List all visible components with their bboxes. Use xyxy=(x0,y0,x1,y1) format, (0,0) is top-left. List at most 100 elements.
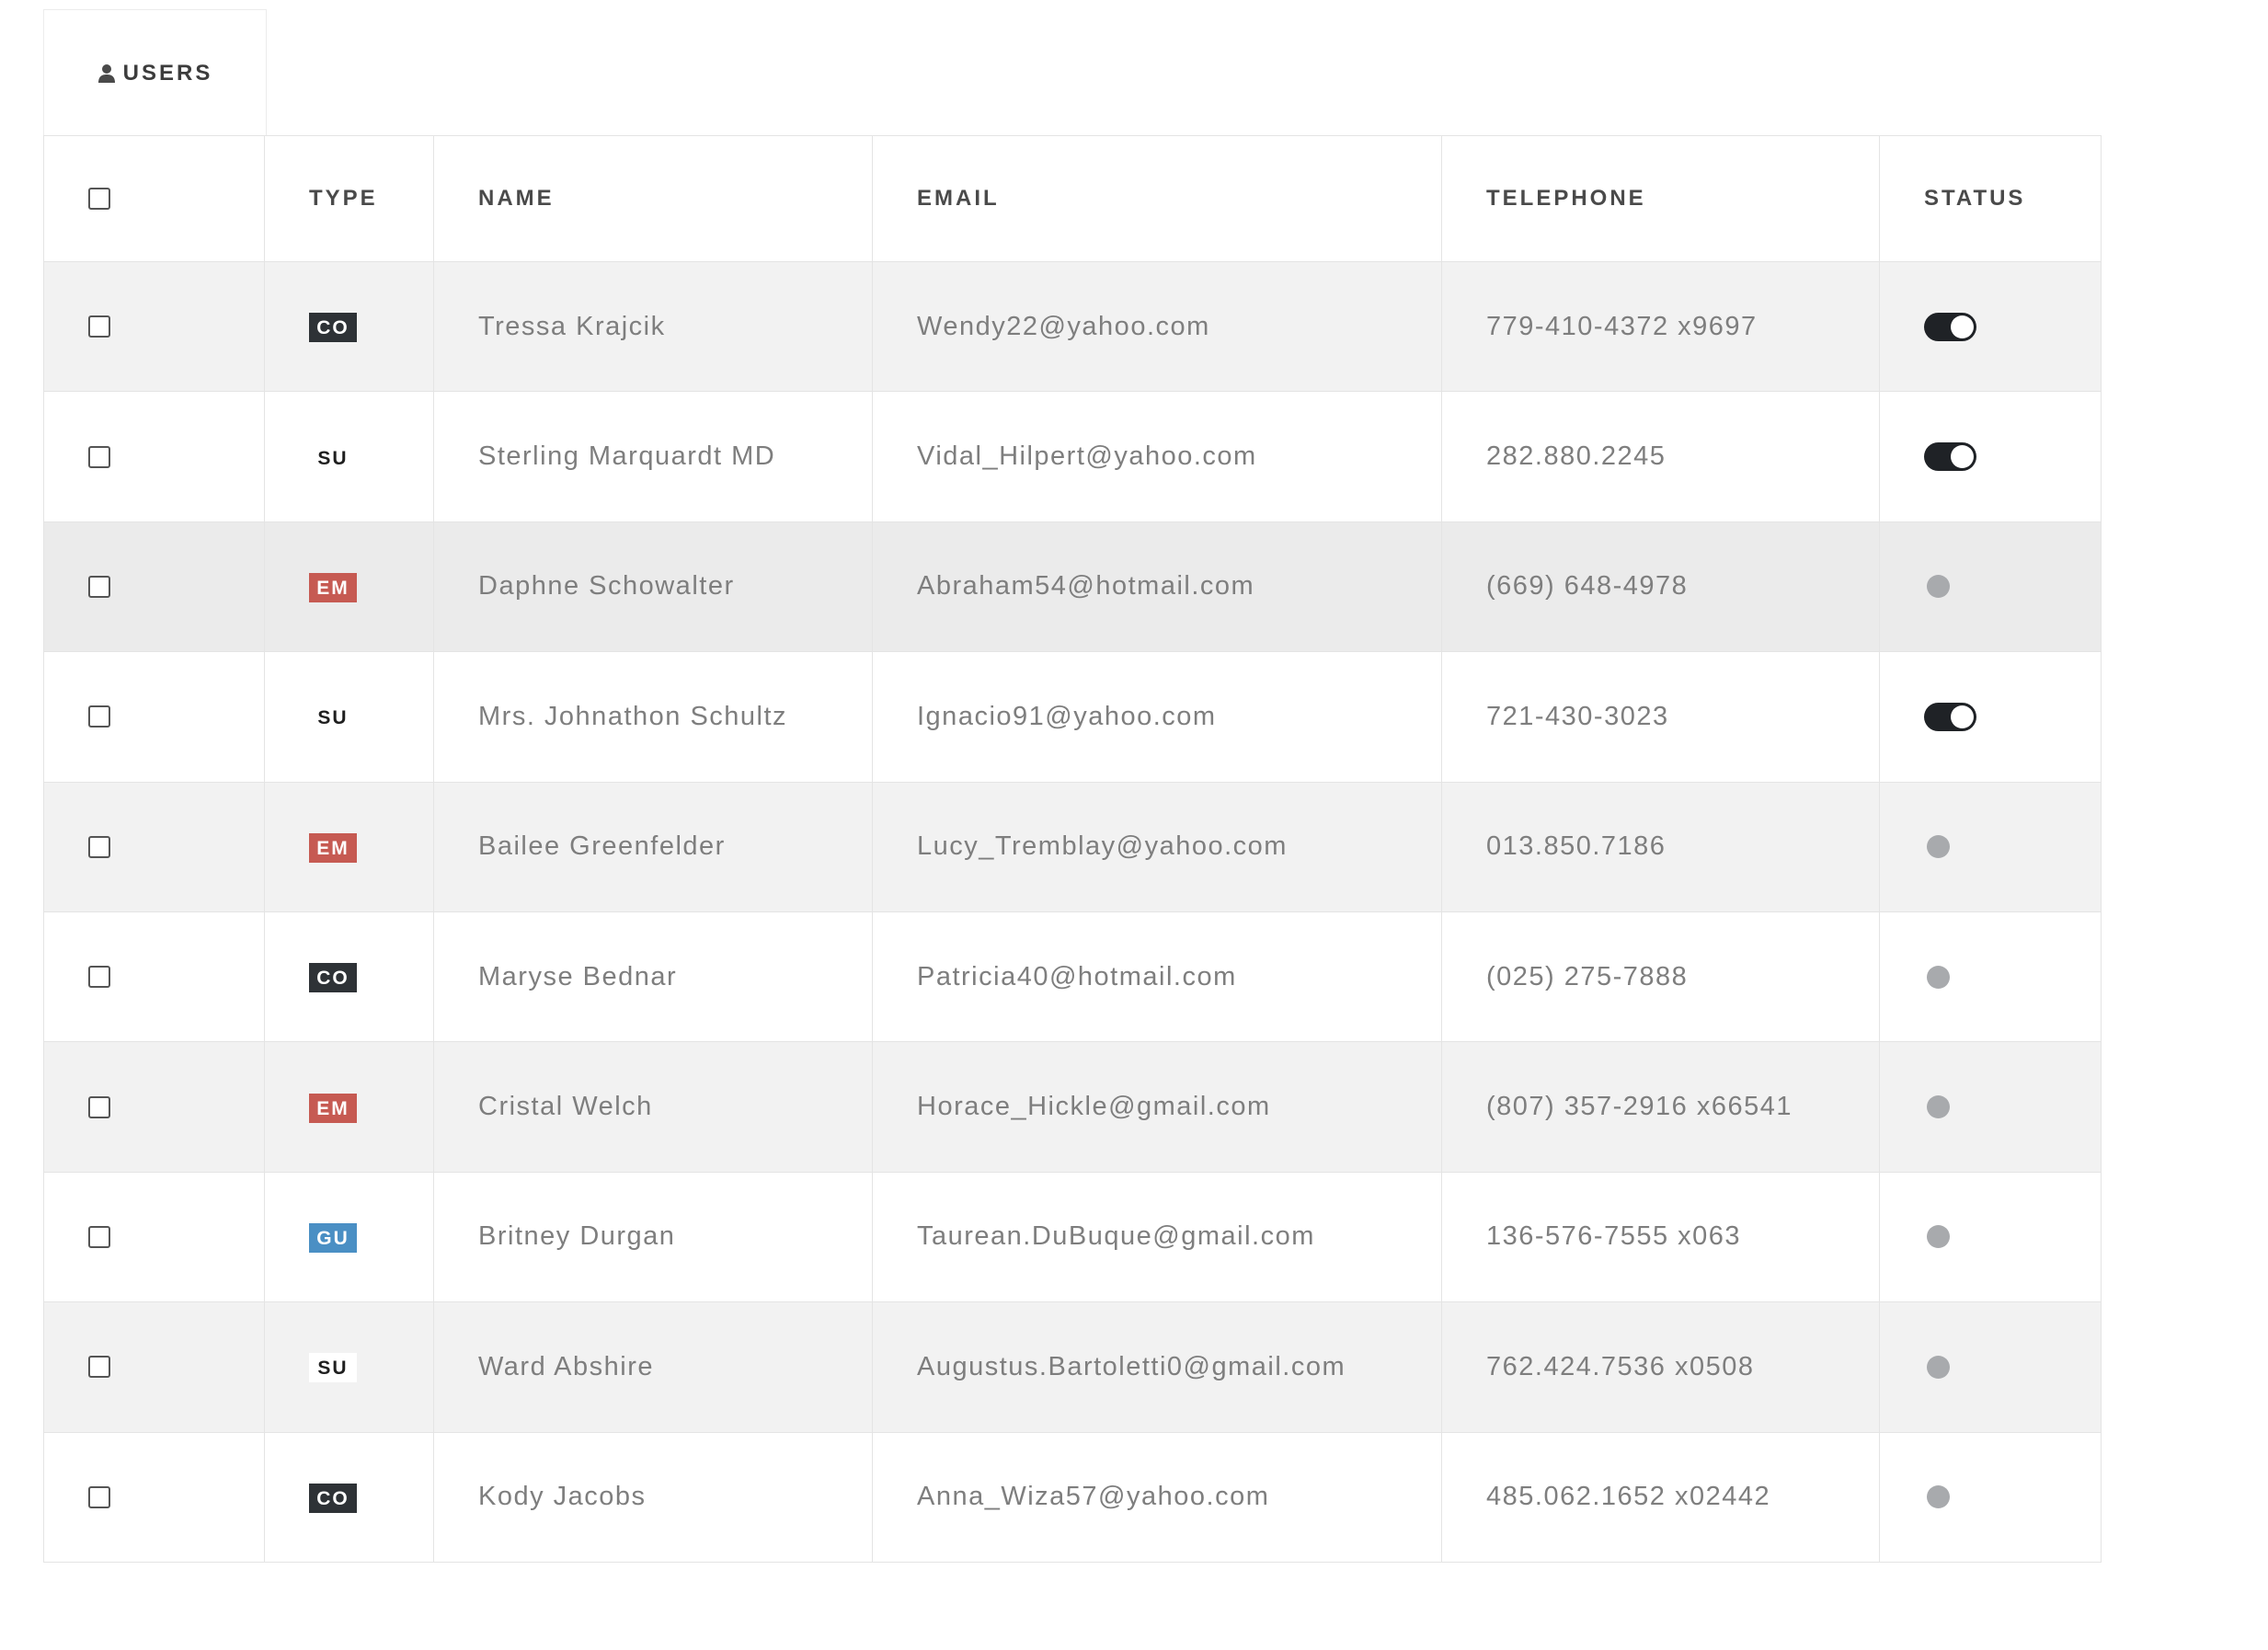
telephone-cell: (025) 275-7888 xyxy=(1441,911,1880,1043)
telephone-cell: (669) 648-4978 xyxy=(1441,521,1880,653)
status-toggle[interactable] xyxy=(1924,1222,1976,1252)
table-row[interactable]: SU Mrs. Johnathon Schultz Ignacio91@yahoo.… xyxy=(43,651,2102,783)
row-checkbox[interactable] xyxy=(88,1095,110,1118)
row-select-cell xyxy=(43,521,265,653)
row-checkbox[interactable] xyxy=(88,705,110,728)
column-header-telephone[interactable]: TELEPHONE xyxy=(1441,135,1880,262)
row-checkbox[interactable] xyxy=(88,445,110,468)
column-header-status[interactable]: STATUS xyxy=(1879,135,2102,262)
email-cell: Vidal_Hilpert@yahoo.com xyxy=(872,391,1442,522)
email-cell: Anna_Wiza57@yahoo.com xyxy=(872,1431,1442,1563)
type-badge: EM xyxy=(309,1093,357,1123)
status-toggle[interactable] xyxy=(1924,832,1976,862)
telephone-cell: (807) 357-2916 x66541 xyxy=(1441,1041,1880,1173)
type-badge: GU xyxy=(309,1222,357,1253)
status-toggle[interactable] xyxy=(1924,702,1976,731)
toggle-knob xyxy=(1927,1485,1950,1509)
row-select-cell xyxy=(43,651,265,783)
type-badge: SU xyxy=(309,1353,357,1383)
name-cell: Maryse Bednar xyxy=(433,911,873,1043)
email-cell: Horace_Hickle@gmail.com xyxy=(872,1041,1442,1173)
row-checkbox[interactable] xyxy=(88,1485,110,1508)
row-select-cell xyxy=(43,1431,265,1563)
column-header-email[interactable]: EMAIL xyxy=(872,135,1442,262)
status-toggle[interactable] xyxy=(1924,1352,1976,1381)
status-cell xyxy=(1879,911,2102,1043)
email-cell: Augustus.Bartoletti0@gmail.com xyxy=(872,1301,1442,1433)
toggle-knob xyxy=(1927,1355,1950,1379)
toggle-knob xyxy=(1927,575,1950,599)
table-row[interactable]: SU Ward Abshire Augustus.Bartoletti0@gmail… xyxy=(43,1301,2102,1433)
type-cell: CO xyxy=(264,911,434,1043)
name-cell: Mrs. Johnathon Schultz xyxy=(433,651,873,783)
type-cell: GU xyxy=(264,1171,434,1303)
table-row[interactable]: EM Bailee Greenfelder Lucy_Tremblay@yahoo.… xyxy=(43,781,2102,912)
type-badge: SU xyxy=(317,447,349,469)
table-row[interactable]: EM Daphne Schowalter Abraham54@hotmail.com… xyxy=(43,521,2102,653)
status-toggle[interactable] xyxy=(1924,442,1976,472)
row-select-cell xyxy=(43,1171,265,1303)
status-cell xyxy=(1879,781,2102,912)
status-toggle[interactable] xyxy=(1924,962,1976,991)
type-cell: EM xyxy=(264,521,434,653)
status-toggle[interactable] xyxy=(1924,572,1976,602)
status-cell xyxy=(1879,1301,2102,1433)
row-checkbox[interactable] xyxy=(88,1356,110,1379)
type-cell: CO xyxy=(264,260,434,393)
users-table: TYPE NAME EMAIL TELEPHONE STATUS CO Tress… xyxy=(43,135,2102,1563)
type-badge: CO xyxy=(309,313,357,343)
email-cell: Patricia40@hotmail.com xyxy=(872,911,1442,1043)
toggle-knob xyxy=(1927,1095,1950,1119)
table-row[interactable]: CO Tressa Krajcik Wendy22@yahoo.com 779-410… xyxy=(43,260,2102,393)
row-checkbox[interactable] xyxy=(88,575,110,598)
toggle-knob xyxy=(1951,315,1974,338)
table-row[interactable]: CO Kody Jacobs Anna_Wiza57@yahoo.com 485.06… xyxy=(43,1431,2102,1563)
telephone-cell: 762.424.7536 x0508 xyxy=(1441,1301,1880,1433)
status-cell xyxy=(1879,260,2102,393)
type-cell: SU xyxy=(264,391,434,522)
tab-users[interactable]: USERS xyxy=(43,9,267,136)
toggle-knob xyxy=(1927,835,1950,859)
status-toggle[interactable] xyxy=(1924,1093,1976,1122)
name-cell: Sterling Marquardt MD xyxy=(433,391,873,522)
email-cell: Lucy_Tremblay@yahoo.com xyxy=(872,781,1442,912)
table-row[interactable]: SU Sterling Marquardt MD Vidal_Hilpert@yah… xyxy=(43,391,2102,522)
type-cell: EM xyxy=(264,1041,434,1173)
toggle-knob xyxy=(1927,965,1950,989)
select-all-checkbox[interactable] xyxy=(88,188,110,210)
row-checkbox[interactable] xyxy=(88,315,110,338)
status-cell xyxy=(1879,391,2102,522)
row-select-cell xyxy=(43,1301,265,1433)
status-cell xyxy=(1879,1431,2102,1563)
column-header-name[interactable]: NAME xyxy=(433,135,873,262)
telephone-cell: 013.850.7186 xyxy=(1441,781,1880,912)
type-badge: CO xyxy=(309,963,357,993)
name-cell: Daphne Schowalter xyxy=(433,521,873,653)
telephone-cell: 282.880.2245 xyxy=(1441,391,1880,522)
row-checkbox[interactable] xyxy=(88,835,110,858)
name-cell: Britney Durgan xyxy=(433,1171,873,1303)
row-checkbox[interactable] xyxy=(88,966,110,989)
type-cell: SU xyxy=(264,651,434,783)
table-row[interactable]: CO Maryse Bednar Patricia40@hotmail.com (02… xyxy=(43,911,2102,1043)
name-cell: Bailee Greenfelder xyxy=(433,781,873,912)
telephone-cell: 779-410-4372 x9697 xyxy=(1441,260,1880,393)
row-select-cell xyxy=(43,391,265,522)
type-cell: CO xyxy=(264,1431,434,1563)
table-row[interactable]: GU Britney Durgan Taurean.DuBuque@gmail.co… xyxy=(43,1171,2102,1303)
status-toggle[interactable] xyxy=(1924,312,1976,341)
type-badge: CO xyxy=(309,1483,357,1513)
column-header-type[interactable]: TYPE xyxy=(264,135,434,262)
row-checkbox[interactable] xyxy=(88,1225,110,1248)
toggle-knob xyxy=(1927,1225,1950,1249)
table-row[interactable]: EM Cristal Welch Horace_Hickle@gmail.com (8… xyxy=(43,1041,2102,1173)
name-cell: Kody Jacobs xyxy=(433,1431,873,1563)
toggle-knob xyxy=(1951,705,1974,728)
type-cell: SU xyxy=(264,1301,434,1433)
type-badge: EM xyxy=(309,832,357,863)
tab-users-label: USERS xyxy=(122,60,213,86)
status-cell xyxy=(1879,1171,2102,1303)
email-cell: Wendy22@yahoo.com xyxy=(872,260,1442,393)
name-cell: Ward Abshire xyxy=(433,1301,873,1433)
status-toggle[interactable] xyxy=(1924,1483,1976,1512)
